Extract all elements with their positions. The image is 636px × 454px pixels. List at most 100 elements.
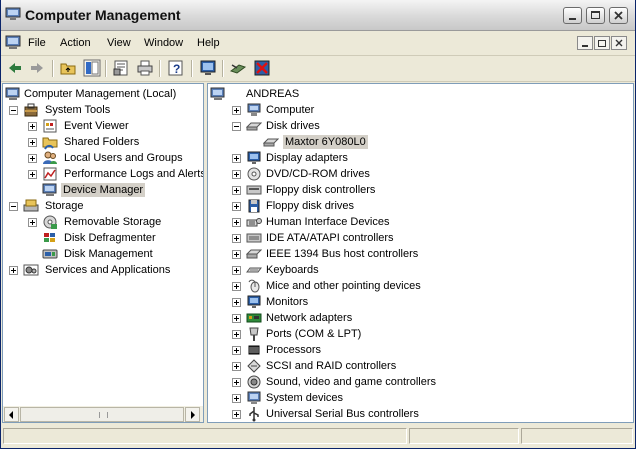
tree-item-disk-defragmenter[interactable]: Disk Defragmenter	[42, 230, 182, 246]
scroll-thumb[interactable]	[20, 407, 184, 422]
console-tree-pane[interactable]: Computer Management (Local) System Tools…	[2, 83, 204, 423]
expand-icon[interactable]	[232, 170, 241, 179]
menu-file[interactable]: File	[28, 37, 46, 49]
uninstall-icon[interactable]	[253, 59, 271, 77]
device-category-usb[interactable]: Universal Serial Bus controllers	[232, 406, 532, 422]
device-category-ieee1394[interactable]: IEEE 1394 Bus host controllers	[232, 246, 532, 262]
forward-arrow-icon[interactable]	[28, 59, 46, 77]
maximize-button[interactable]	[586, 7, 605, 24]
up-folder-icon[interactable]	[59, 59, 77, 77]
show-hide-tree-icon[interactable]	[83, 59, 101, 77]
device-category-display-adapters[interactable]: Display adapters	[232, 150, 532, 166]
back-arrow-icon[interactable]	[6, 59, 24, 77]
tree-item-storage[interactable]: Storage	[9, 198, 201, 214]
tree-item-shared-folders[interactable]: Shared Folders	[28, 134, 203, 150]
properties-icon[interactable]	[112, 59, 130, 77]
expand-icon[interactable]	[28, 218, 37, 227]
close-icon	[615, 39, 623, 47]
tree-item-event-viewer[interactable]: Event Viewer	[28, 118, 203, 134]
device-category-hid[interactable]: Human Interface Devices	[232, 214, 532, 230]
shared-folder-icon	[42, 137, 58, 150]
expand-icon[interactable]	[232, 394, 241, 403]
tree-item-removable-storage[interactable]: Removable Storage	[28, 214, 203, 230]
device-category-processors[interactable]: Processors	[232, 342, 532, 358]
expand-icon[interactable]	[232, 330, 241, 339]
expand-icon[interactable]	[232, 346, 241, 355]
expand-icon[interactable]	[232, 202, 241, 211]
menu-window[interactable]: Window	[144, 37, 183, 49]
device-category-keyboards[interactable]: Keyboards	[232, 262, 532, 278]
expand-icon[interactable]	[232, 282, 241, 291]
device-category-scsi[interactable]: SCSI and RAID controllers	[232, 358, 532, 374]
collapse-icon[interactable]	[232, 122, 241, 131]
expand-icon[interactable]	[28, 170, 37, 179]
tree-item-root[interactable]: Computer Management (Local)	[5, 86, 201, 102]
device-category-floppy-controllers[interactable]: Floppy disk controllers	[232, 182, 532, 198]
child-minimize-button[interactable]	[577, 36, 593, 50]
tree-label-disk-management: Disk Management	[64, 248, 153, 260]
device-category-mice[interactable]: Mice and other pointing devices	[232, 278, 532, 294]
tree-item-device-manager[interactable]: Device Manager	[42, 182, 162, 198]
tree-horizontal-scrollbar[interactable]	[3, 406, 203, 422]
disk-drive-icon	[246, 122, 262, 131]
device-category-monitors[interactable]: Monitors	[232, 294, 532, 310]
device-item-maxtor[interactable]: Maxtor 6Y080L0	[263, 134, 523, 150]
help-icon[interactable]: ?	[167, 59, 185, 77]
device-list-pane[interactable]: ANDREAS Computer Disk drives Maxtor 6Y08…	[207, 83, 634, 423]
device-category-ports[interactable]: Ports (COM & LPT)	[232, 326, 532, 342]
device-category-disk-drives[interactable]: Disk drives	[232, 118, 532, 134]
child-close-button[interactable]	[611, 36, 627, 50]
tree-item-performance-logs[interactable]: Performance Logs and Alerts	[28, 166, 203, 182]
scan-hardware-icon[interactable]	[199, 59, 217, 77]
expand-icon[interactable]	[232, 218, 241, 227]
tree-item-system-tools[interactable]: System Tools	[9, 102, 201, 118]
expand-icon[interactable]	[232, 250, 241, 259]
device-category-ide[interactable]: IDE ATA/ATAPI controllers	[232, 230, 532, 246]
expand-icon[interactable]	[232, 378, 241, 387]
device-category-floppy-drives[interactable]: Floppy disk drives	[232, 198, 532, 214]
title-bar[interactable]: Computer Management	[1, 0, 635, 31]
expand-icon[interactable]	[232, 234, 241, 243]
tree-item-local-users[interactable]: Local Users and Groups	[28, 150, 203, 166]
storage-icon	[23, 199, 39, 212]
expand-icon[interactable]	[28, 122, 37, 131]
toolbar: ?	[1, 56, 635, 82]
device-category-label: Keyboards	[266, 264, 319, 276]
device-category-computer[interactable]: Computer	[232, 102, 532, 118]
print-icon[interactable]	[136, 59, 154, 77]
menu-help[interactable]: Help	[197, 37, 220, 49]
tree-label-storage: Storage	[45, 200, 84, 212]
update-driver-icon[interactable]	[229, 59, 247, 77]
expand-icon[interactable]	[232, 266, 241, 275]
scroll-left-button[interactable]	[4, 407, 19, 422]
expand-icon[interactable]	[232, 154, 241, 163]
menu-action[interactable]: Action	[60, 37, 91, 49]
network-adapter-icon	[246, 313, 262, 323]
expand-icon[interactable]	[232, 362, 241, 371]
expand-icon[interactable]	[232, 186, 241, 195]
collapse-icon[interactable]	[9, 106, 18, 115]
expand-icon[interactable]	[9, 266, 18, 275]
expand-icon[interactable]	[232, 314, 241, 323]
device-root-computer[interactable]: ANDREAS	[210, 86, 410, 102]
expand-icon[interactable]	[232, 410, 241, 419]
expand-icon[interactable]	[232, 106, 241, 115]
tree-item-disk-management[interactable]: Disk Management	[42, 246, 182, 262]
device-category-system-devices[interactable]: System devices	[232, 390, 532, 406]
device-category-sound[interactable]: Sound, video and game controllers	[232, 374, 532, 390]
device-category-dvd-cdrom[interactable]: DVD/CD-ROM drives	[232, 166, 532, 182]
menu-view[interactable]: View	[107, 37, 131, 49]
close-button[interactable]	[609, 7, 628, 24]
tree-item-services-applications[interactable]: Services and Applications	[9, 262, 201, 278]
device-category-label: IEEE 1394 Bus host controllers	[266, 248, 419, 260]
scroll-right-button[interactable]	[185, 407, 200, 422]
expand-icon[interactable]	[28, 154, 37, 163]
expand-icon[interactable]	[232, 298, 241, 307]
window-title: Computer Management	[25, 7, 181, 23]
child-restore-button[interactable]	[594, 36, 610, 50]
minimize-button[interactable]	[563, 7, 582, 24]
device-category-network-adapters[interactable]: Network adapters	[232, 310, 532, 326]
device-category-label: Floppy disk drives	[266, 200, 355, 212]
expand-icon[interactable]	[28, 138, 37, 147]
collapse-icon[interactable]	[9, 202, 18, 211]
